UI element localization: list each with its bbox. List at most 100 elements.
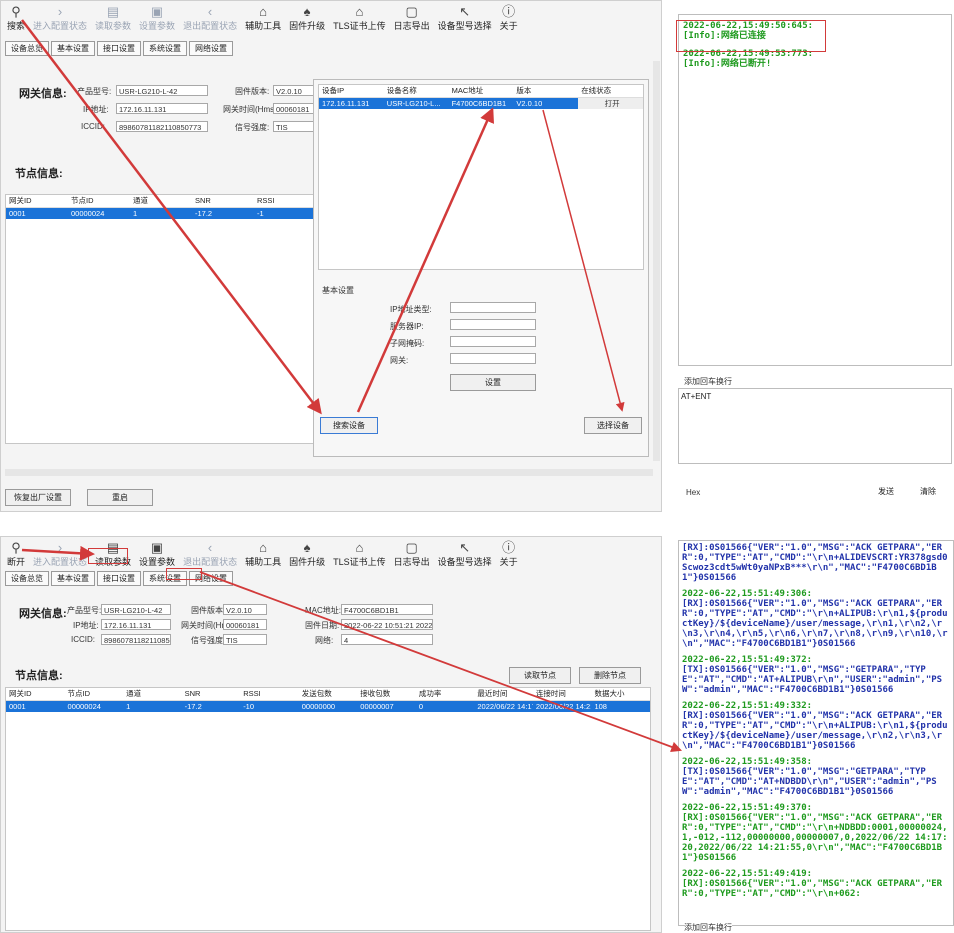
time-label: 网关时间(Hms): [223, 105, 279, 114]
pin-icon: ♠ [303, 540, 311, 555]
time-field[interactable]: 00060181 [273, 103, 317, 114]
top-tb-firmware[interactable]: ♠ 固件升级 [285, 3, 329, 31]
list-icon: ▤ [106, 4, 120, 19]
gateway-title: 网关信息: [19, 88, 67, 100]
log-line: [RX]:0S01566{"VER":"1.0","MSG":"ACK GETP… [682, 599, 948, 649]
fw-label: 固件版本: [235, 87, 270, 96]
top-tb-enter-config[interactable]: › 进入配置状态 [29, 3, 91, 31]
tab-overview[interactable]: 设备总览 [5, 41, 49, 56]
set-button[interactable]: 设置 [450, 374, 536, 391]
top-tb-search[interactable]: ⚲ 搜索 [3, 3, 29, 31]
net-field[interactable]: 4 [341, 634, 433, 645]
top-tb-about[interactable]: ⓘ 关于 [496, 3, 522, 31]
gateway-field[interactable] [450, 353, 536, 364]
factory-reset-button[interactable]: 恢复出厂设置 [5, 489, 71, 506]
bottom-tb-log-export[interactable]: ▢ 日志导出 [390, 539, 434, 567]
build-field[interactable]: 2022-06-22 10:51:21 2022 [341, 619, 433, 630]
fw-field[interactable]: V2.0.10 [273, 85, 317, 96]
top-tb-tls[interactable]: ⌂ TLS证书上传 [329, 3, 390, 31]
bottom-tb-about[interactable]: ⓘ 关于 [496, 539, 522, 567]
tab-interface[interactable]: 接口设置 [97, 41, 141, 56]
tab-basic[interactable]: 基本设置 [51, 571, 95, 586]
tools-icon: ⌂ [259, 540, 268, 555]
delete-nodes-button[interactable]: 删除节点 [579, 667, 641, 684]
log-line: [RX]:0S01566{"VER":"1.0","MSG":"ACK GETP… [682, 711, 948, 751]
bottom-tb-set[interactable]: ▣ 设置参数 [135, 539, 179, 567]
ip-field[interactable]: 172.16.11.131 [116, 103, 208, 114]
col-node-id[interactable]: 节点ID [68, 195, 130, 207]
bottom-tb-enter-config[interactable]: › 进入配置状态 [29, 539, 91, 567]
signal-label: 信号强度: [235, 123, 270, 132]
info-icon: ⓘ [502, 4, 516, 19]
top-hscroll[interactable] [5, 469, 653, 476]
fw-field[interactable]: V2.0.10 [223, 604, 267, 615]
tab-system[interactable]: 系统设置 [143, 41, 187, 56]
bottom-tb-tls[interactable]: ⌂ TLS证书上传 [329, 539, 390, 567]
server-ip-field[interactable] [450, 319, 536, 330]
pin-icon: ♠ [303, 4, 311, 19]
iccid-field[interactable]: 89860781182110850773 [116, 121, 208, 132]
model-field[interactable]: USR-LG210-L-42 [116, 85, 208, 96]
table-row[interactable]: 0001 00000024 1 -17.2 -1 [6, 208, 316, 219]
tab-network[interactable]: 网络设置 [189, 41, 233, 56]
tab-interface[interactable]: 接口设置 [97, 571, 141, 586]
top-tb-tools[interactable]: ⌂ 辅助工具 [241, 3, 285, 31]
iccid-field[interactable]: 89860781182110850773 [101, 634, 171, 645]
restart-button[interactable]: 重启 [87, 489, 153, 506]
table-row[interactable]: 172.16.11.131 USR-LG210-L... F4700C6BD1B… [319, 98, 643, 109]
search-device-button[interactable]: 搜索设备 [320, 417, 378, 434]
subnet-label: 子网掩码: [390, 339, 425, 348]
col-online[interactable]: 在线状态 [578, 85, 643, 97]
network-tab-highlight [166, 568, 202, 580]
chevron-right-icon: › [57, 540, 63, 555]
top-tb-model-select[interactable]: ↖ 设备型号选择 [434, 3, 496, 31]
cr-lf-checkbox[interactable]: 添加回车换行 [684, 922, 732, 933]
select-device-button[interactable]: 选择设备 [584, 417, 642, 434]
read-nodes-button[interactable]: 读取节点 [509, 667, 571, 684]
home-icon: ⌂ [355, 540, 364, 555]
top-tb-exit-config[interactable]: ‹ 退出配置状态 [179, 3, 241, 31]
ip-label: IP地址: [83, 105, 109, 114]
signal-field[interactable]: TIS [223, 634, 267, 645]
col-version[interactable]: 版本 [513, 85, 578, 97]
clear-button[interactable]: 清除 [910, 484, 946, 501]
col-gateway-id[interactable]: 网关ID [6, 195, 68, 207]
back-icon: ↖ [459, 4, 471, 19]
log-highlight-box [676, 20, 826, 52]
subnet-field[interactable] [450, 336, 536, 347]
log-line: [RX]:0S01566{"VER":"1.0","MSG":"ACK GETP… [682, 543, 948, 583]
tab-overview[interactable]: 设备总览 [5, 571, 49, 586]
top-tb-read[interactable]: ▤ 读取参数 [91, 3, 135, 31]
bottom-tb-exit-config[interactable]: ‹ 退出配置状态 [179, 539, 241, 567]
bottom-tb-firmware[interactable]: ♠ 固件升级 [285, 539, 329, 567]
send-button[interactable]: 发送 [868, 484, 904, 501]
ip-field[interactable]: 172.16.11.131 [101, 619, 171, 630]
bottom-tb-disconnect[interactable]: ⚲ 断开 [3, 539, 29, 567]
tab-basic[interactable]: 基本设置 [51, 41, 95, 56]
bottom-tb-tools[interactable]: ⌂ 辅助工具 [241, 539, 285, 567]
model-field[interactable]: USR-LG210-L-42 [101, 604, 171, 615]
read-params-highlight [88, 548, 128, 564]
cr-lf-checkbox[interactable]: 添加回车换行 [684, 376, 732, 387]
node-title: 节点信息: [15, 168, 63, 180]
top-vscroll[interactable] [653, 61, 660, 461]
col-device-ip[interactable]: 设备IP [319, 85, 384, 97]
col-snr[interactable]: SNR [192, 195, 254, 207]
col-device-name[interactable]: 设备名称 [384, 85, 449, 97]
ip-type-select[interactable] [450, 302, 536, 313]
iccid-label: ICCID: [71, 635, 95, 644]
bottom-tb-model-select[interactable]: ↖ 设备型号选择 [434, 539, 496, 567]
table-row[interactable]: 0001 00000024 1 -17.2 -10 00000000 00000… [6, 701, 650, 712]
top-tb-log-export[interactable]: ▢ 日志导出 [390, 3, 434, 31]
doc-icon: ▢ [405, 540, 418, 555]
signal-field[interactable]: TIS [273, 121, 317, 132]
col-channel[interactable]: 通道 [130, 195, 192, 207]
node-title: 节点信息: [15, 670, 63, 682]
command-input[interactable]: AT+ENT [678, 388, 952, 464]
time-field[interactable]: 00060181 [223, 619, 267, 630]
col-rssi[interactable]: RSSI [254, 195, 316, 207]
mac-field[interactable]: F4700C6BD1B1 [341, 604, 433, 615]
col-mac[interactable]: MAC地址 [449, 85, 514, 97]
top-tb-set[interactable]: ▣ 设置参数 [135, 3, 179, 31]
hex-checkbox[interactable]: Hex [686, 488, 700, 497]
